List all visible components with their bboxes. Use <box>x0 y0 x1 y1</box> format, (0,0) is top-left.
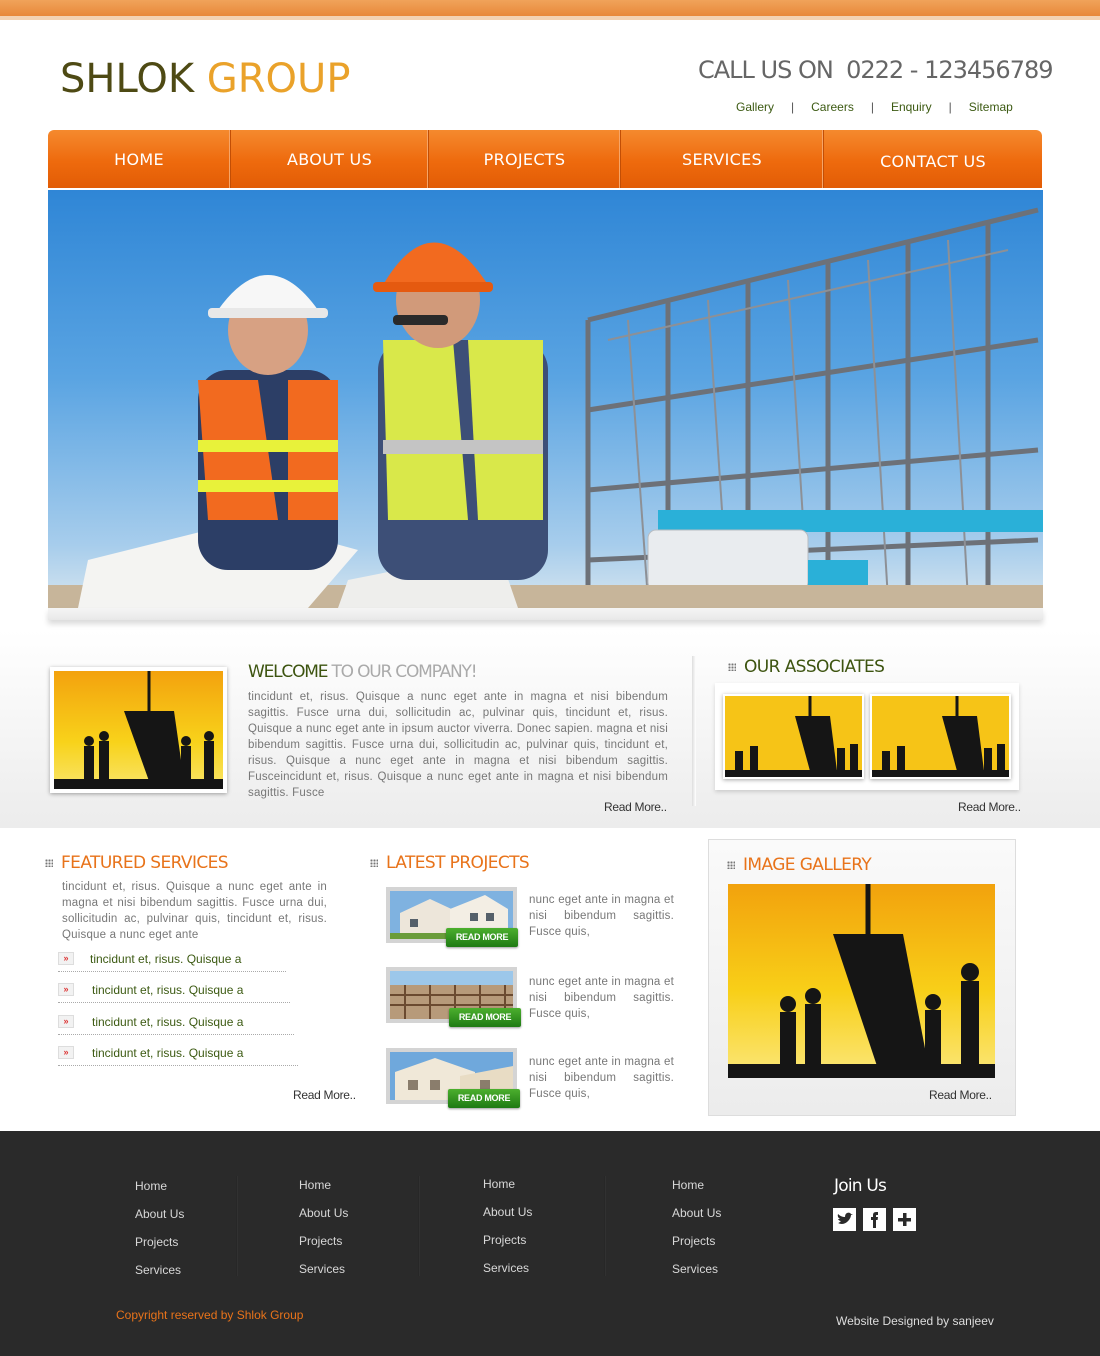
nav-home[interactable]: HOME <box>48 130 231 188</box>
footer-link-projects[interactable]: Projects <box>483 1233 532 1261</box>
associates-title-text: OUR ASSOCIATES <box>744 657 885 677</box>
footer-link-services[interactable]: Services <box>483 1261 532 1289</box>
gallery-title: IMAGE GALLERY <box>727 855 872 875</box>
footer-link-about-us[interactable]: About Us <box>483 1205 532 1233</box>
double-arrow-icon: » <box>58 1015 74 1028</box>
footer-link-projects[interactable]: Projects <box>135 1235 184 1263</box>
associate-logo-2[interactable] <box>870 694 1011 779</box>
dots-icon <box>45 859 53 867</box>
dots-icon <box>728 663 736 671</box>
gallery-image[interactable] <box>728 884 995 1078</box>
nav-contact-us[interactable]: CONTACT US <box>824 130 1042 188</box>
featured-item-label: tincidunt et, risus. Quisque a <box>92 1046 244 1060</box>
welcome-title-part1: WELCOME <box>248 662 328 682</box>
featured-title: FEATURED SERVICES <box>45 853 229 873</box>
main-nav: HOME ABOUT US PROJECTS SERVICES CONTACT … <box>48 130 1042 188</box>
hero-shadow <box>48 608 1043 620</box>
facebook-icon[interactable] <box>863 1208 886 1231</box>
nav-projects[interactable]: PROJECTS <box>429 130 621 188</box>
footer-link-home[interactable]: Home <box>135 1179 184 1207</box>
project-text: nunc eget ante in magna et nisi bibendum… <box>529 976 674 1020</box>
top-accent-bar <box>0 0 1100 20</box>
footer-link-home[interactable]: Home <box>483 1177 532 1205</box>
welcome-text: tincidunt et, risus. Quisque a nunc eget… <box>248 691 668 799</box>
footer-column-3: Home About Us Projects Services <box>483 1177 532 1289</box>
footer-link-about-us[interactable]: About Us <box>299 1206 348 1234</box>
hero-banner <box>48 190 1043 608</box>
top-link-careers[interactable]: Careers <box>811 100 854 114</box>
section-divider <box>692 656 696 806</box>
double-arrow-icon: » <box>58 983 74 996</box>
welcome-title-part2: TO OUR COMPANY! <box>331 662 478 682</box>
footer-link-home[interactable]: Home <box>672 1178 721 1206</box>
featured-item[interactable]: » tincidunt et, risus. Quisque a <box>58 952 286 972</box>
designed-by-text: Website Designed by sanjeev <box>836 1314 994 1328</box>
associates-read-more[interactable]: Read More.. <box>958 800 1021 814</box>
welcome-title: WELCOME TO OUR COMPANY! <box>248 662 478 682</box>
logo[interactable]: SHLOK GROUP <box>60 56 350 102</box>
project-read-more-button[interactable]: READ MORE <box>446 928 518 947</box>
featured-item-label: tincidunt et, risus. Quisque a <box>90 952 242 966</box>
join-us-title: Join Us <box>834 1176 887 1196</box>
project-read-more-button[interactable]: READ MORE <box>448 1089 520 1108</box>
gallery-title-text: IMAGE GALLERY <box>743 855 872 875</box>
featured-item-label: tincidunt et, risus. Quisque a <box>92 1015 244 1029</box>
footer-separator <box>236 1176 238 1276</box>
top-link-separator: | <box>870 100 874 114</box>
welcome-read-more[interactable]: Read More.. <box>604 800 667 814</box>
hero-construction-illustration <box>48 207 1043 608</box>
dots-icon <box>370 859 378 867</box>
associate-logo-1[interactable] <box>723 694 864 779</box>
gallery-read-more[interactable]: Read More.. <box>929 1088 992 1102</box>
top-links: Gallery | Careers | Enquiry | Sitemap <box>736 100 1013 114</box>
nav-about-us[interactable]: ABOUT US <box>231 130 429 188</box>
featured-item[interactable]: » tincidunt et, risus. Quisque a <box>58 1046 298 1066</box>
associate-image <box>725 696 862 777</box>
project-text: nunc eget ante in magna et nisi bibendum… <box>529 1056 674 1100</box>
project-read-more-button[interactable]: READ MORE <box>449 1008 521 1027</box>
top-link-gallery[interactable]: Gallery <box>736 100 774 114</box>
logo-part2: GROUP <box>206 56 351 102</box>
sunset-crane-image <box>728 884 995 1078</box>
featured-item[interactable]: » tincidunt et, risus. Quisque a <box>58 983 290 1003</box>
copyright-text: Copyright reserved by Shlok Group <box>116 1308 304 1322</box>
footer-link-projects[interactable]: Projects <box>672 1234 721 1262</box>
footer-link-services[interactable]: Services <box>299 1262 348 1290</box>
footer-link-services[interactable]: Services <box>135 1263 184 1291</box>
footer-link-services[interactable]: Services <box>672 1262 721 1290</box>
sunset-crane-image <box>54 671 223 789</box>
double-arrow-icon: » <box>58 952 74 965</box>
footer-column-4: Home About Us Projects Services <box>672 1178 721 1290</box>
logo-part1: SHLOK <box>60 56 195 102</box>
footer-link-projects[interactable]: Projects <box>299 1234 348 1262</box>
top-link-sitemap[interactable]: Sitemap <box>969 100 1013 114</box>
associate-image <box>872 696 1009 777</box>
top-link-separator: | <box>948 100 952 114</box>
featured-item[interactable]: » tincidunt et, risus. Quisque a <box>58 1015 294 1035</box>
footer-separator <box>418 1176 420 1276</box>
plus-icon[interactable] <box>893 1208 916 1231</box>
featured-read-more[interactable]: Read More.. <box>293 1088 356 1102</box>
footer-link-about-us[interactable]: About Us <box>135 1207 184 1235</box>
phone-number: CALL US ON 0222 - 123456789 <box>698 56 1053 84</box>
project-text: nunc eget ante in magna et nisi bibendum… <box>529 894 674 938</box>
projects-title: LATEST PROJECTS <box>370 853 530 873</box>
footer-column-1: Home About Us Projects Services <box>135 1179 184 1291</box>
footer-separator <box>604 1176 606 1276</box>
projects-title-text: LATEST PROJECTS <box>386 853 530 873</box>
associates-title: OUR ASSOCIATES <box>728 657 885 677</box>
nav-services[interactable]: SERVICES <box>621 130 824 188</box>
welcome-thumbnail[interactable] <box>50 667 227 793</box>
featured-title-text: FEATURED SERVICES <box>61 853 229 873</box>
featured-item-label: tincidunt et, risus. Quisque a <box>92 983 244 997</box>
double-arrow-icon: » <box>58 1046 74 1059</box>
footer-link-about-us[interactable]: About Us <box>672 1206 721 1234</box>
top-link-enquiry[interactable]: Enquiry <box>891 100 932 114</box>
top-link-separator: | <box>791 100 795 114</box>
twitter-icon[interactable] <box>833 1208 856 1231</box>
dots-icon <box>727 861 735 869</box>
footer-column-2: Home About Us Projects Services <box>299 1178 348 1290</box>
featured-text: tincidunt et, risus. Quisque a nunc eget… <box>62 881 327 941</box>
footer-link-home[interactable]: Home <box>299 1178 348 1206</box>
